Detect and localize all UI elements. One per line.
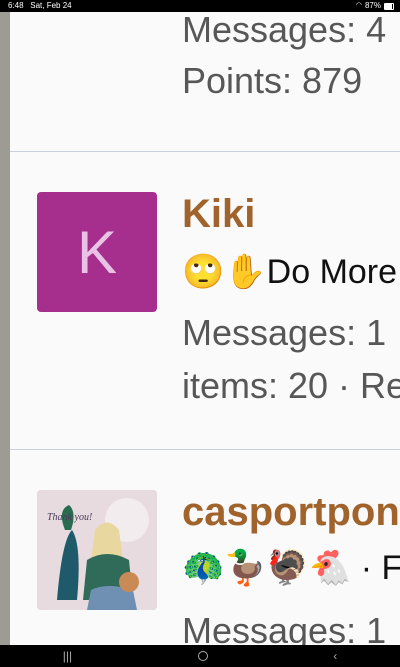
system-navbar: ||| ‹ xyxy=(0,645,400,667)
avatar-image: Thank you! xyxy=(37,490,157,610)
thread-list[interactable]: Messages: 4 Points: 879 K Kiki 🙄✋Do More… xyxy=(10,12,400,645)
status-date: Sat, Feb 24 xyxy=(30,1,72,10)
post-divider xyxy=(10,151,400,152)
left-edge-bar xyxy=(0,12,10,645)
username-link[interactable]: casportpon xyxy=(182,490,400,535)
post-messages: Messages: 1 xyxy=(182,312,387,353)
post-messages: Messages: 4 xyxy=(182,12,387,50)
post-items: items: 20 · Re xyxy=(182,365,400,406)
post-divider xyxy=(10,449,400,450)
avatar[interactable]: K xyxy=(37,192,157,312)
user-title: 🙄✋Do More xyxy=(182,253,398,291)
home-icon[interactable] xyxy=(197,651,208,661)
status-icons: ◠ 87% xyxy=(356,0,394,12)
battery-percent: 87% xyxy=(364,1,381,10)
status-time: 6:48 xyxy=(8,1,24,10)
wifi-icon: ◠ xyxy=(355,2,362,9)
svg-text:Thank you!: Thank you! xyxy=(47,512,92,523)
avatar-letter: K xyxy=(76,218,118,286)
back-icon[interactable]: ‹ xyxy=(333,649,337,663)
avatar[interactable]: Thank you! xyxy=(37,490,157,610)
status-time-date: 6:48 Sat, Feb 24 xyxy=(8,0,72,12)
battery-icon xyxy=(384,2,394,10)
recents-icon[interactable]: ||| xyxy=(63,649,72,663)
post-messages: Messages: 1 xyxy=(182,610,387,645)
user-title: 🦚🦆🦃🐔 · F xyxy=(182,549,400,587)
username-link[interactable]: Kiki xyxy=(182,192,255,237)
post-points: Points: 879 xyxy=(182,60,363,101)
status-bar: 6:48 Sat, Feb 24 ◠ 87% xyxy=(0,0,400,12)
